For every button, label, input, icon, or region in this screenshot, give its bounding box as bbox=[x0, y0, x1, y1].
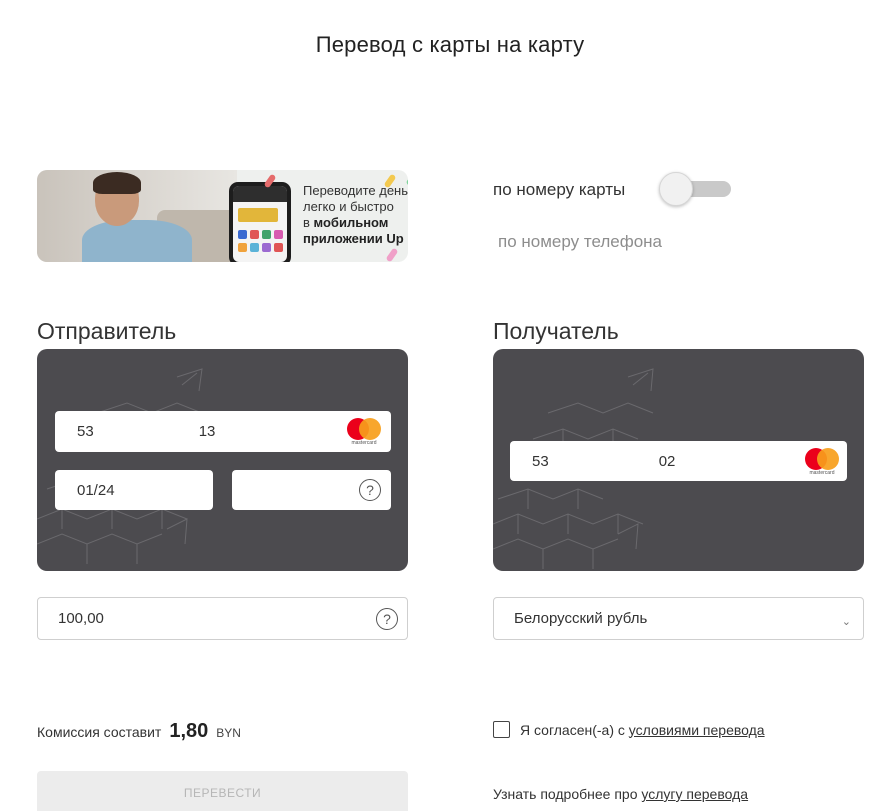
mode-label-phone[interactable]: по номеру телефона bbox=[498, 232, 662, 252]
transfer-submit-button[interactable]: ПЕРЕВЕСТИ bbox=[37, 771, 408, 811]
card-pattern bbox=[37, 368, 203, 564]
service-info-link[interactable]: услугу перевода bbox=[641, 786, 748, 802]
terms-link[interactable]: условиями перевода bbox=[629, 722, 765, 738]
fee-amount: 1,80 bbox=[169, 720, 209, 742]
sender-card-number-start: 53 bbox=[77, 423, 94, 440]
banner-line-2: легко и быстро bbox=[303, 199, 394, 214]
sender-cvv-input[interactable]: ? bbox=[232, 470, 391, 510]
mastercard-icon: mastercard bbox=[347, 418, 381, 446]
sender-card-number-end: 13 bbox=[198, 423, 216, 440]
toggle-knob[interactable] bbox=[659, 172, 693, 206]
recipient-card-number-end: 02 bbox=[658, 452, 676, 470]
banner-text: Переводите деньги легко и быстро в мобил… bbox=[303, 183, 408, 247]
banner-person-body bbox=[82, 220, 192, 262]
currency-selected-value: Белорусский рубль bbox=[514, 610, 648, 627]
more-info: Узнать подробнее про услугу перевода bbox=[493, 786, 748, 802]
recipient-card: 53 02 mastercard bbox=[493, 349, 864, 571]
banner-line-4: приложении Up bbox=[303, 231, 404, 246]
banner-phone-image bbox=[229, 182, 291, 262]
sender-card: 53 13 mastercard 01/24 ? bbox=[37, 349, 408, 571]
currency-select[interactable]: Белорусский рубль ⌄ bbox=[493, 597, 864, 640]
chevron-down-icon: ⌄ bbox=[841, 616, 851, 628]
banner-person-hair bbox=[93, 172, 141, 194]
promo-banner[interactable]: Переводите деньги легко и быстро в мобил… bbox=[37, 170, 408, 262]
fee-currency: BYN bbox=[216, 726, 241, 740]
agreement-text: Я согласен(-а) с bbox=[520, 721, 629, 738]
recipient-card-number-start: 53 bbox=[532, 452, 549, 470]
transfer-mode-toggle[interactable] bbox=[659, 172, 733, 206]
recipient-card-number-input[interactable]: 53 02 mastercard bbox=[510, 441, 847, 481]
amount-value: 100,00 bbox=[58, 610, 104, 627]
cvv-help-icon[interactable]: ? bbox=[359, 479, 381, 501]
page-title: Перевод с карты на карту bbox=[315, 32, 585, 57]
agreement-row: Я согласен(-а) с условиями перевода bbox=[493, 721, 765, 738]
fee-label: Комиссия составит bbox=[37, 724, 162, 740]
more-info-text: Узнать подробнее про bbox=[493, 786, 642, 802]
mastercard-icon: mastercard bbox=[805, 448, 839, 476]
amount-input[interactable]: 100,00 ? bbox=[37, 597, 408, 640]
agreement-checkbox[interactable] bbox=[493, 721, 510, 738]
sender-card-number-input[interactable]: 53 13 mastercard bbox=[55, 411, 391, 452]
mode-label-card[interactable]: по номеру карты bbox=[493, 180, 625, 200]
banner-line-3-prefix: в bbox=[303, 215, 314, 230]
sender-expiry-value: 01/24 bbox=[77, 481, 115, 499]
amount-help-icon[interactable]: ? bbox=[376, 608, 398, 630]
sender-expiry-input[interactable]: 01/24 bbox=[55, 470, 213, 510]
recipient-title: Получатель bbox=[493, 318, 619, 344]
banner-line-3-bold: мобильном bbox=[313, 215, 389, 230]
fee-summary: Комиссия составит 1,80 BYN bbox=[37, 720, 241, 743]
sender-title: Отправитель bbox=[37, 318, 177, 344]
banner-line-1: Переводите деньги bbox=[303, 183, 408, 198]
